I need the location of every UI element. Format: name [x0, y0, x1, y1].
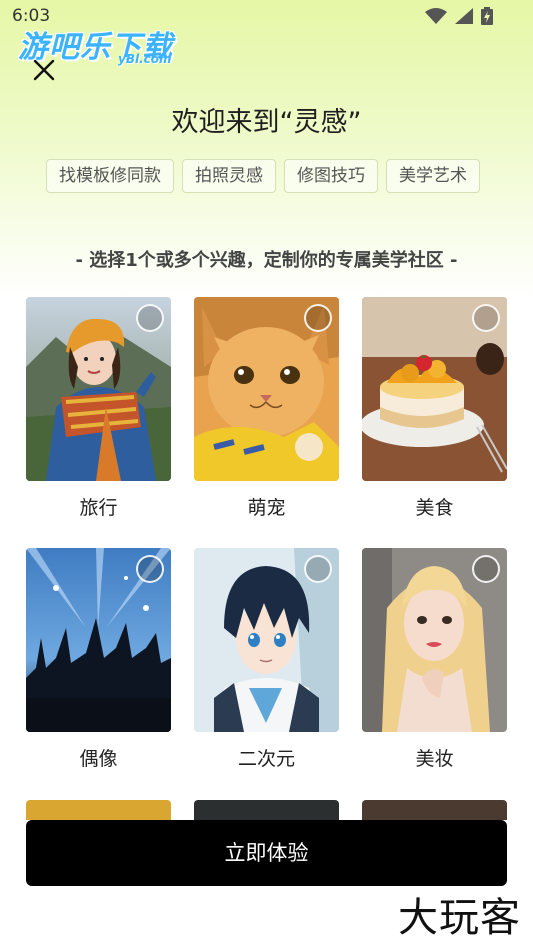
anime-boy-photo	[194, 548, 339, 732]
interest-card-partial	[26, 800, 171, 820]
wifi-icon	[425, 8, 447, 24]
interest-label: 美妆	[415, 748, 454, 770]
travel-photo	[26, 297, 171, 481]
interest-prompt: - 选择1个或多个兴趣，定制你的专属美学社区 -	[75, 250, 458, 271]
select-checkbox[interactable]	[472, 304, 500, 332]
signal-icon	[455, 8, 473, 24]
makeup-portrait-photo	[362, 548, 507, 732]
feature-tags: 找模板修同款 拍照灵感 修图技巧 美学艺术	[46, 159, 480, 193]
feature-tag: 拍照灵感	[182, 159, 276, 193]
select-checkbox[interactable]	[136, 555, 164, 583]
select-checkbox[interactable]	[136, 304, 164, 332]
interest-label: 偶像	[79, 748, 118, 770]
feature-tag: 修图技巧	[284, 159, 378, 193]
interest-label: 萌宠	[247, 497, 286, 519]
pet-cat-photo	[194, 297, 339, 481]
interest-card-partial	[194, 800, 339, 820]
battery-icon	[481, 7, 493, 25]
interest-card-makeup[interactable]: 美妆	[362, 548, 507, 771]
interest-card-anime[interactable]: 二次元	[194, 548, 339, 771]
brand-watermark: 大玩客	[398, 895, 521, 941]
select-checkbox[interactable]	[472, 555, 500, 583]
feature-tag: 找模板修同款	[46, 159, 174, 193]
select-checkbox[interactable]	[304, 304, 332, 332]
interest-card-partial	[362, 800, 507, 820]
watermark-subtitle: yBl.com	[118, 52, 172, 66]
interest-label: 美食	[415, 497, 454, 519]
interest-card-food[interactable]: 美食	[362, 297, 507, 520]
select-checkbox[interactable]	[304, 555, 332, 583]
close-button[interactable]	[30, 56, 58, 84]
feature-tag: 美学艺术	[386, 159, 480, 193]
interest-card-travel[interactable]: 旅行	[26, 297, 171, 520]
page-title: 欢迎来到“灵感”	[171, 107, 362, 138]
concert-photo	[26, 548, 171, 732]
close-icon	[33, 59, 55, 81]
interest-label: 旅行	[79, 497, 118, 519]
interest-card-pets[interactable]: 萌宠	[194, 297, 339, 520]
interest-label: 二次元	[237, 748, 295, 770]
dessert-photo	[362, 297, 507, 481]
status-icons	[425, 7, 493, 25]
interest-card-idol[interactable]: 偶像	[26, 548, 171, 771]
start-experience-button[interactable]: 立即体验	[26, 820, 507, 886]
